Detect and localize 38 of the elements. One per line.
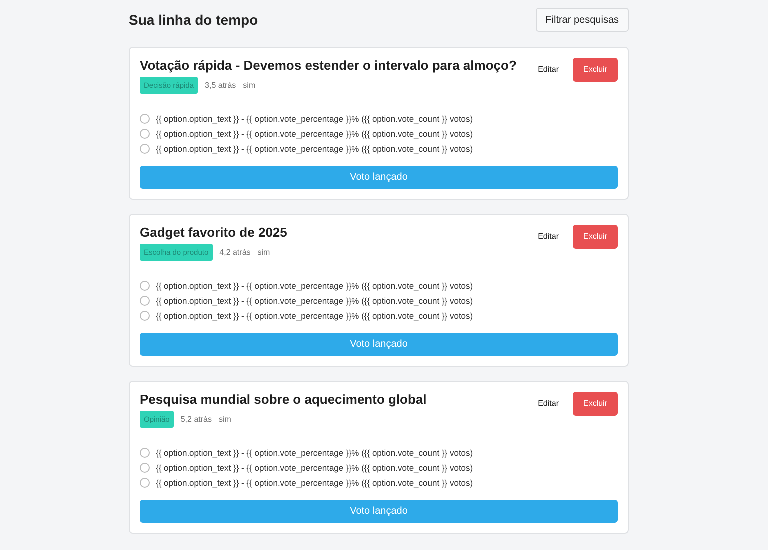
radio-button[interactable] (140, 281, 150, 292)
option-label: {{ option.option_text }} - {{ option.vote_percentage }}% ({{ option.vote_count }} votos) (156, 128, 474, 141)
radio-button[interactable] (140, 296, 150, 306)
time-text: 4,2 atrás (220, 246, 251, 259)
extra-text: sim (243, 80, 256, 92)
option-label: {{ option.option_text }} - {{ option.vote_percentage }}% ({{ option.vote_count }} votos) (156, 112, 474, 126)
option-label: {{ option.option_text }} - {{ option.vote_percentage }}% ({{ option.vote_count }} votos) (156, 294, 474, 308)
filter-button[interactable]: Filtrar pesquisas (536, 8, 629, 32)
edit-button[interactable]: Editar (530, 392, 567, 416)
radio-button[interactable] (140, 144, 150, 154)
delete-button[interactable]: Excluir (573, 225, 618, 249)
time-text: 3,5 atrás (205, 80, 236, 92)
option-label: {{ option.option_text }} - {{ option.vote_percentage }}% ({{ option.vote_count }} votos) (156, 142, 474, 156)
option-label: {{ option.option_text }} - {{ option.vote_percentage }}% ({{ option.vote_count }} votos) (156, 462, 474, 475)
radio-button[interactable] (140, 129, 150, 140)
option-label: {{ option.option_text }} - {{ option.vote_percentage }}% ({{ option.vote_count }} votos) (156, 446, 474, 460)
poll-title: Gadget favorito de 2025 (140, 224, 288, 242)
option-label: {{ option.option_text }} - {{ option.vote_percentage }}% ({{ option.vote_count }} votos) (156, 310, 474, 323)
edit-button[interactable]: Editar (530, 58, 567, 82)
radio-button[interactable] (140, 463, 150, 474)
vote-button[interactable]: Voto lançado (140, 166, 618, 189)
vote-button[interactable]: Voto lançado (140, 333, 618, 356)
option-label: {{ option.option_text }} - {{ option.vote_percentage }}% ({{ option.vote_count }} votos) (156, 280, 474, 293)
vote-button[interactable]: Voto lançado (140, 500, 618, 523)
extra-text: sim (219, 414, 232, 426)
extra-text: sim (258, 246, 270, 259)
time-text: 5,2 atrás (180, 414, 212, 426)
delete-button[interactable]: Excluir (573, 392, 618, 416)
poll-title: Votação rápida - Devemos estender o intervalo para almoço? (140, 57, 517, 75)
poll-title: Pesquisa mundial sobre o aquecimento global (140, 391, 427, 409)
option-label: {{ option.option_text }} - {{ option.vote_percentage }}% ({{ option.vote_count }} votos) (156, 476, 474, 490)
edit-button[interactable]: Editar (530, 225, 567, 249)
radio-button[interactable] (140, 448, 150, 458)
radio-button[interactable] (140, 311, 150, 322)
radio-button[interactable] (140, 114, 150, 124)
delete-button[interactable]: Excluir (573, 58, 618, 82)
page-title: Sua linha do tempo (129, 10, 258, 30)
radio-button[interactable] (140, 478, 150, 488)
